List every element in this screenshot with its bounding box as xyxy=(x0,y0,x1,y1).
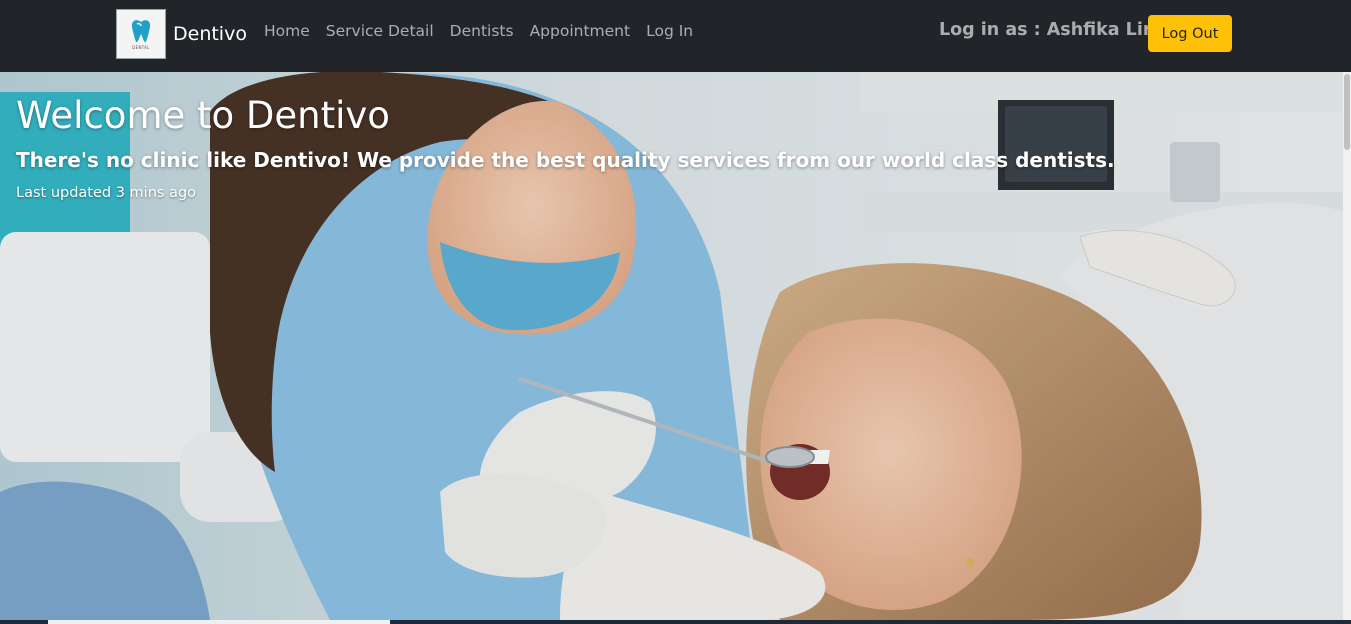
nav-link-service-detail[interactable]: Service Detail xyxy=(326,22,434,40)
hero-last-updated: Last updated 3 mins ago xyxy=(16,185,197,201)
brand-name: Dentivo xyxy=(173,23,247,45)
logged-in-user-label: Log in as : Ashfika Lira xyxy=(939,20,1164,40)
brand-link[interactable]: DENTAL Dentivo xyxy=(116,9,247,59)
logout-button[interactable]: Log Out xyxy=(1148,15,1232,52)
scrollbar-thumb[interactable] xyxy=(1344,74,1350,150)
hero-title: Welcome to Dentivo xyxy=(16,94,390,137)
nav-link-dentists[interactable]: Dentists xyxy=(450,22,514,40)
hero-subtitle: There's no clinic like Dentivo! We provi… xyxy=(16,148,1115,172)
navbar: DENTAL Dentivo Home Service Detail Denti… xyxy=(0,0,1351,72)
hero-banner: Welcome to Dentivo There's no clinic lik… xyxy=(0,72,1343,620)
vertical-scrollbar[interactable] xyxy=(1343,72,1351,620)
nav-link-login[interactable]: Log In xyxy=(646,22,693,40)
bottom-strip-highlight xyxy=(48,620,390,624)
logo-caption: DENTAL xyxy=(132,45,150,50)
nav-link-home[interactable]: Home xyxy=(264,22,310,40)
bottom-strip xyxy=(0,620,1351,624)
nav-links: Home Service Detail Dentists Appointment… xyxy=(256,22,701,40)
nav-link-appointment[interactable]: Appointment xyxy=(530,22,631,40)
tooth-logo-icon: DENTAL xyxy=(116,9,166,59)
